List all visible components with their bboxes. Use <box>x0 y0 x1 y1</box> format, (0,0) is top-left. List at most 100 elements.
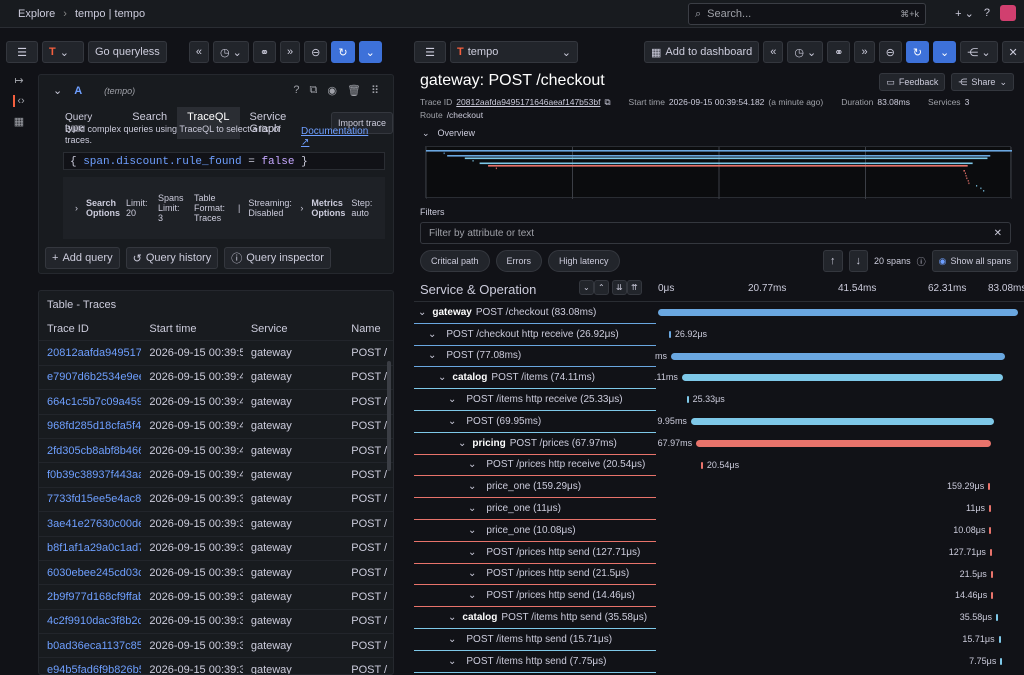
span-name-cell[interactable]: ⌄ price_one (159.29μs) <box>414 476 656 499</box>
help-icon[interactable]: ? <box>293 84 299 97</box>
trace-id-cell[interactable]: 6030ebee245cd03df <box>39 567 141 579</box>
zoom-out-button-right[interactable]: ⊖ <box>878 41 902 63</box>
span-row[interactable]: ⌄ POST /prices http send (127.71μs) 127.71… <box>414 542 1024 564</box>
column-start-time[interactable]: Start time <box>141 323 242 335</box>
span-bar[interactable] <box>995 614 998 622</box>
run-options-button-right[interactable]: ⌄ <box>933 41 957 63</box>
next-span-button[interactable]: ↓ <box>848 250 869 272</box>
span-bar[interactable] <box>990 570 993 578</box>
table-row[interactable]: 664c1c5b7c09a4593 2026-09-15 00:39:43 gate… <box>39 390 393 415</box>
table-row[interactable]: 4c2f9910dac3f8b2c0 2026-09-15 00:39:35 gat… <box>39 610 393 635</box>
chevron-down-icon[interactable]: ⌄ <box>448 612 456 623</box>
chevron-down-icon[interactable]: ⌄ <box>448 416 456 427</box>
table-scrollbar[interactable] <box>387 361 391 471</box>
chevron-down-icon[interactable]: ⌄ <box>448 634 456 645</box>
trace-id-cell[interactable]: 20812aafda9495171646aeaf147b53bf <box>39 347 141 359</box>
trace-id-cell[interactable]: 2b9f977d168cf9ffab2 <box>39 591 141 603</box>
datasource-picker-right[interactable]: T tempo ⌄ <box>450 41 578 63</box>
chevron-down-icon[interactable]: ⌄ <box>438 372 446 383</box>
trace-id-cell[interactable]: 968fd285d18cfa5f43 <box>39 420 141 432</box>
span-row[interactable]: ⌄ price_one (159.29μs) 159.29μs <box>414 476 1024 499</box>
collapse-all-button[interactable]: ⇊ <box>612 280 627 295</box>
zoom-out-button[interactable]: ⊖ <box>304 41 328 63</box>
show-all-spans-toggle[interactable]: ◉ Show all spans <box>931 250 1018 272</box>
drag-icon[interactable]: ⠿ <box>371 84 379 97</box>
column-service[interactable]: Service <box>243 323 343 335</box>
span-name-cell[interactable]: ⌄ catalog POST /items http send (35.58μs) <box>414 607 656 629</box>
close-pane-button[interactable]: ✕ <box>1001 41 1024 63</box>
share-link-button-right[interactable]: ⚭ <box>827 41 851 63</box>
trash-icon[interactable]: 🗑 <box>347 84 361 97</box>
span-bar[interactable] <box>991 592 994 600</box>
chevron-down-icon[interactable]: ⌄ <box>468 590 476 601</box>
chevron-down-icon[interactable]: ⌄ <box>448 394 456 405</box>
span-bar[interactable] <box>658 309 1018 316</box>
span-name-cell[interactable]: ⌄ POST /items http send (7.75μs) <box>414 651 656 673</box>
add-query-button[interactable]: + Add query <box>45 247 120 269</box>
span-name-cell[interactable]: ⌄ POST /items http send (15.71μs) <box>414 629 656 651</box>
feedback-button[interactable]: ▭ Feedback <box>879 73 946 91</box>
span-name-cell[interactable]: ⌄ price_one (10.08μs) <box>414 520 656 542</box>
span-name-cell[interactable]: ⌄ POST /items http receive (25.33μs) <box>414 389 656 411</box>
run-query-button[interactable]: ↻ <box>331 41 355 63</box>
span-row[interactable]: ⌄ POST /items http send (15.71μs) 15.71μs <box>414 629 1024 651</box>
span-row[interactable]: ⌄ POST (69.95ms) 9.95ms <box>414 411 1024 433</box>
span-name-cell[interactable]: ⌄ POST (69.95ms) <box>414 411 656 433</box>
time-picker-button-right[interactable]: ◷ ⌄ <box>787 41 824 63</box>
share-button[interactable]: ⋲ Share ⌄ <box>951 73 1014 91</box>
span-name-cell[interactable]: ⌄ POST /checkout http receive (26.92μs) <box>414 324 656 346</box>
trace-id-cell[interactable]: f0b39c38937f443aab <box>39 469 141 481</box>
chevron-down-icon[interactable]: ⌄ <box>418 307 426 318</box>
span-name-cell[interactable]: ⌄ POST /prices http receive (20.54μs) <box>414 455 656 477</box>
trace-id-cell[interactable]: 664c1c5b7c09a4593 <box>39 396 141 408</box>
chevron-down-icon[interactable]: ⌄ <box>428 329 436 340</box>
copy-icon[interactable]: ⧉ <box>604 97 610 108</box>
expand-all-button[interactable]: ⇈ <box>627 280 642 295</box>
high-latency-pill[interactable]: High latency <box>548 250 620 272</box>
trace-id-cell[interactable]: 4c2f9910dac3f8b2c0 <box>39 615 141 627</box>
table-row[interactable]: 7733fd15ee5e4ac8c4 2026-09-15 00:39:39 gat… <box>39 488 393 513</box>
trace-id-cell[interactable]: b8f1af1a29a0c1ad741 <box>39 542 141 554</box>
table-row[interactable]: 6030ebee245cd03df 2026-09-15 00:39:37 gate… <box>39 561 393 586</box>
span-row[interactable]: ⌄ price_one (11μs) 11μs <box>414 498 1024 520</box>
add-to-dashboard-button[interactable]: ▦ Add to dashboard <box>644 41 760 63</box>
time-shift-back-button-right[interactable]: « <box>763 41 784 63</box>
share-pane-button[interactable]: ⋲ ⌄ <box>960 41 998 63</box>
add-menu-icon[interactable]: + ⌄ <box>955 7 974 20</box>
chevron-down-icon[interactable]: ⌄ <box>468 568 476 579</box>
span-bar[interactable] <box>988 483 991 491</box>
span-row[interactable]: ⌄ price_one (10.08μs) 10.08μs <box>414 520 1024 542</box>
span-bar[interactable] <box>670 352 1005 360</box>
span-bar[interactable] <box>700 461 703 469</box>
query-history-button[interactable]: ↺ Query history <box>125 247 219 269</box>
table-row[interactable]: b8f1af1a29a0c1ad741 2026-09-15 00:39:38 ga… <box>39 537 393 561</box>
span-row[interactable]: ⌄ POST /prices http send (21.5μs) 21.5μs <box>414 564 1024 586</box>
go-queryless-button[interactable]: Go queryless <box>88 41 167 63</box>
help-icon[interactable]: ? <box>984 7 990 19</box>
datasource-picker[interactable]: T ⌄ <box>42 41 84 63</box>
table-row[interactable]: 2b9f977d168cf9ffab2 2026-09-15 00:39:37 ga… <box>39 585 393 610</box>
trace-id-cell[interactable]: e7907d6b2534e9eeb <box>39 371 141 383</box>
span-bar[interactable] <box>681 374 1003 382</box>
span-row[interactable]: ⌄ POST /items http receive (25.33μs) 25.33… <box>414 389 1024 411</box>
span-row[interactable]: ⌄ catalog POST /items http send (35.58μs) 3… <box>414 607 1024 629</box>
prev-span-button[interactable]: ↑ <box>823 250 843 272</box>
collapse-one-button[interactable]: ⌄ <box>579 280 594 295</box>
trace-id-cell[interactable]: 2fd305cb8abf8b4663 <box>39 445 141 457</box>
table-row[interactable]: 2fd305cb8abf8b4663 2026-09-15 00:39:41 gat… <box>39 439 393 464</box>
span-row[interactable]: ⌄ POST /prices http receive (20.54μs) 20.5… <box>414 455 1024 477</box>
trace-id-cell[interactable]: e94b5fad6f9b826b5 <box>39 664 141 674</box>
global-search-input[interactable]: ⌕ Search... ⌘+k <box>688 3 926 25</box>
critical-path-pill[interactable]: Critical path <box>420 250 490 272</box>
chevron-down-icon[interactable]: ⌄ <box>448 656 456 667</box>
menu-toggle-button[interactable]: ☰ <box>6 41 38 63</box>
table-icon[interactable]: ▦ <box>14 115 24 128</box>
documentation-link[interactable]: Documentation ↗ <box>301 126 368 148</box>
collapse-icon[interactable]: ⌄ <box>53 84 62 97</box>
span-name-cell[interactable]: ⌄ pricing POST /prices (67.97ms) <box>414 433 656 455</box>
span-bar[interactable] <box>989 548 992 556</box>
code-icon[interactable]: ‹› <box>13 95 25 107</box>
eye-icon[interactable]: ◉ <box>327 84 337 97</box>
filter-input[interactable]: Filter by attribute or text ✕ <box>420 222 1011 244</box>
clear-icon[interactable]: ✕ <box>994 228 1002 239</box>
